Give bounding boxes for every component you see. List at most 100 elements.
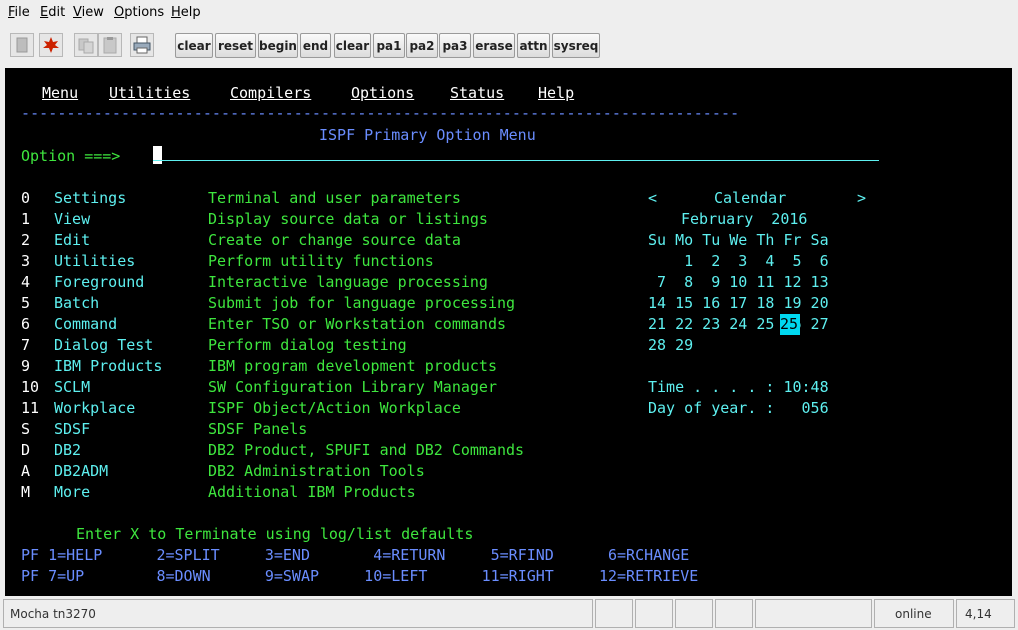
pa2-button[interactable]: pa2 [406, 33, 438, 58]
calendar-today: 25 [780, 314, 800, 335]
menu-bar: File Edit View Options Help [0, 0, 1018, 26]
clear-button[interactable]: clear [175, 33, 213, 58]
calendar-weekdays: Su Mo Tu We Th Fr Sa [648, 231, 829, 249]
option-key: 2 [21, 231, 31, 249]
toolbar: clear reset begin end clear pa1 pa2 pa3 … [0, 30, 1018, 62]
option-desc: ISPF Object/Action Workplace [208, 399, 461, 417]
connect-icon[interactable] [39, 33, 63, 57]
begin-button[interactable]: begin [258, 33, 298, 58]
reset-button[interactable]: reset [215, 33, 256, 58]
option-desc: Additional IBM Products [208, 483, 416, 501]
pa1-button[interactable]: pa1 [373, 33, 405, 58]
option-desc: SDSF Panels [208, 420, 308, 438]
option-db2adm[interactable]: DB2ADM [54, 461, 108, 482]
option-key: 3 [21, 252, 31, 270]
end-button[interactable]: end [300, 33, 331, 58]
erase-button[interactable]: erase [473, 33, 515, 58]
separator-line: ----------------------------------------… [21, 104, 740, 122]
action-compilers[interactable]: Compilers [230, 83, 311, 104]
copy-icon[interactable] [74, 33, 98, 57]
pa3-button[interactable]: pa3 [439, 33, 471, 58]
terminate-hint: Enter X to Terminate using log/list defa… [76, 525, 474, 543]
option-ibm-products[interactable]: IBM Products [54, 356, 162, 377]
calendar-week: 21 22 23 24 25 26 27 [648, 315, 829, 333]
option-edit[interactable]: Edit [54, 230, 90, 251]
option-key: 4 [21, 273, 31, 291]
clear-button-2[interactable]: clear [334, 33, 371, 58]
menu-help[interactable]: Help [171, 5, 201, 20]
disconnect-icon[interactable] [10, 33, 34, 57]
option-desc: DB2 Administration Tools [208, 462, 425, 480]
connection-status: online [874, 599, 954, 628]
calendar-next-button[interactable]: > [857, 188, 866, 209]
status-bar: Mocha tn3270 online 4,14 [0, 599, 1018, 630]
option-desc: DB2 Product, SPUFI and DB2 Commands [208, 441, 525, 459]
option-desc: Perform utility functions [208, 252, 434, 270]
option-desc: Create or change source data [208, 231, 461, 249]
panel-title: ISPF Primary Option Menu [319, 126, 536, 144]
menu-file[interactable]: File [8, 5, 30, 20]
status-cell [675, 599, 713, 628]
day-of-year-readout: Day of year. : 056 [648, 399, 829, 417]
cursor-block [153, 146, 162, 164]
menu-edit[interactable]: Edit [40, 5, 65, 20]
attn-button[interactable]: attn [517, 33, 550, 58]
status-cell [715, 599, 753, 628]
time-readout: Time . . . . : 10:48 [648, 378, 829, 396]
calendar-week: 1 2 3 4 5 6 [648, 252, 829, 270]
terminal-screen[interactable]: Menu Utilities Compilers Options Status … [5, 68, 1012, 596]
option-batch[interactable]: Batch [54, 293, 99, 314]
option-view[interactable]: View [54, 209, 90, 230]
option-key: 10 [21, 378, 40, 396]
pf-keys-row2[interactable]: PF 7=UP 8=DOWN 9=SWAP 10=LEFT 11=RIGHT 1… [21, 566, 698, 587]
option-label: Option ===> [21, 147, 121, 165]
calendar-prev-button[interactable]: < [648, 188, 657, 209]
option-key: 9 [21, 357, 31, 375]
option-desc: Display source data or listings [208, 210, 488, 228]
option-key: D [21, 441, 31, 459]
app-name: Mocha tn3270 [3, 599, 593, 628]
sysreq-button[interactable]: sysreq [552, 33, 600, 58]
option-desc: IBM program development products [208, 357, 497, 375]
action-menu[interactable]: Menu [42, 83, 78, 104]
option-desc: SW Configuration Library Manager [208, 378, 497, 396]
menu-options[interactable]: Options [114, 5, 164, 20]
option-input[interactable] [153, 160, 879, 161]
option-key: 1 [21, 210, 31, 228]
option-foreground[interactable]: Foreground [54, 272, 144, 293]
pf-keys-row1[interactable]: PF 1=HELP 2=SPLIT 3=END 4=RETURN 5=RFIND… [21, 545, 689, 566]
calendar-month-year: February 2016 [681, 210, 808, 228]
option-key: S [21, 420, 31, 438]
option-desc: Interactive language processing [208, 273, 488, 291]
paste-icon[interactable] [98, 33, 122, 57]
action-options[interactable]: Options [351, 83, 414, 104]
calendar-week: 14 15 16 17 18 19 20 [648, 294, 829, 312]
status-cell [755, 599, 872, 628]
menu-view[interactable]: View [73, 5, 104, 20]
action-utilities[interactable]: Utilities [109, 83, 190, 104]
calendar-week: 7 8 9 10 11 12 13 [648, 273, 829, 291]
option-sclm[interactable]: SCLM [54, 377, 90, 398]
option-key: 6 [21, 315, 31, 333]
option-db2[interactable]: DB2 [54, 440, 81, 461]
action-help[interactable]: Help [538, 83, 574, 104]
option-settings[interactable]: Settings [54, 188, 126, 209]
option-sdsf[interactable]: SDSF [54, 419, 90, 440]
calendar-week: 28 29 [648, 336, 694, 354]
option-desc: Submit job for language processing [208, 294, 516, 312]
status-cell [635, 599, 673, 628]
option-desc: Terminal and user parameters [208, 189, 461, 207]
action-status[interactable]: Status [450, 83, 504, 104]
option-dialog-test[interactable]: Dialog Test [54, 335, 153, 356]
option-workplace[interactable]: Workplace [54, 398, 135, 419]
option-utilities[interactable]: Utilities [54, 251, 135, 272]
option-key: 11 [21, 399, 40, 417]
option-key: A [21, 462, 31, 480]
cursor-position: 4,14 [956, 599, 1015, 628]
option-desc: Perform dialog testing [208, 336, 407, 354]
calendar-title: Calendar [714, 189, 787, 207]
option-more[interactable]: More [54, 482, 90, 503]
status-cell [595, 599, 633, 628]
print-icon[interactable] [130, 33, 154, 57]
option-command[interactable]: Command [54, 314, 117, 335]
